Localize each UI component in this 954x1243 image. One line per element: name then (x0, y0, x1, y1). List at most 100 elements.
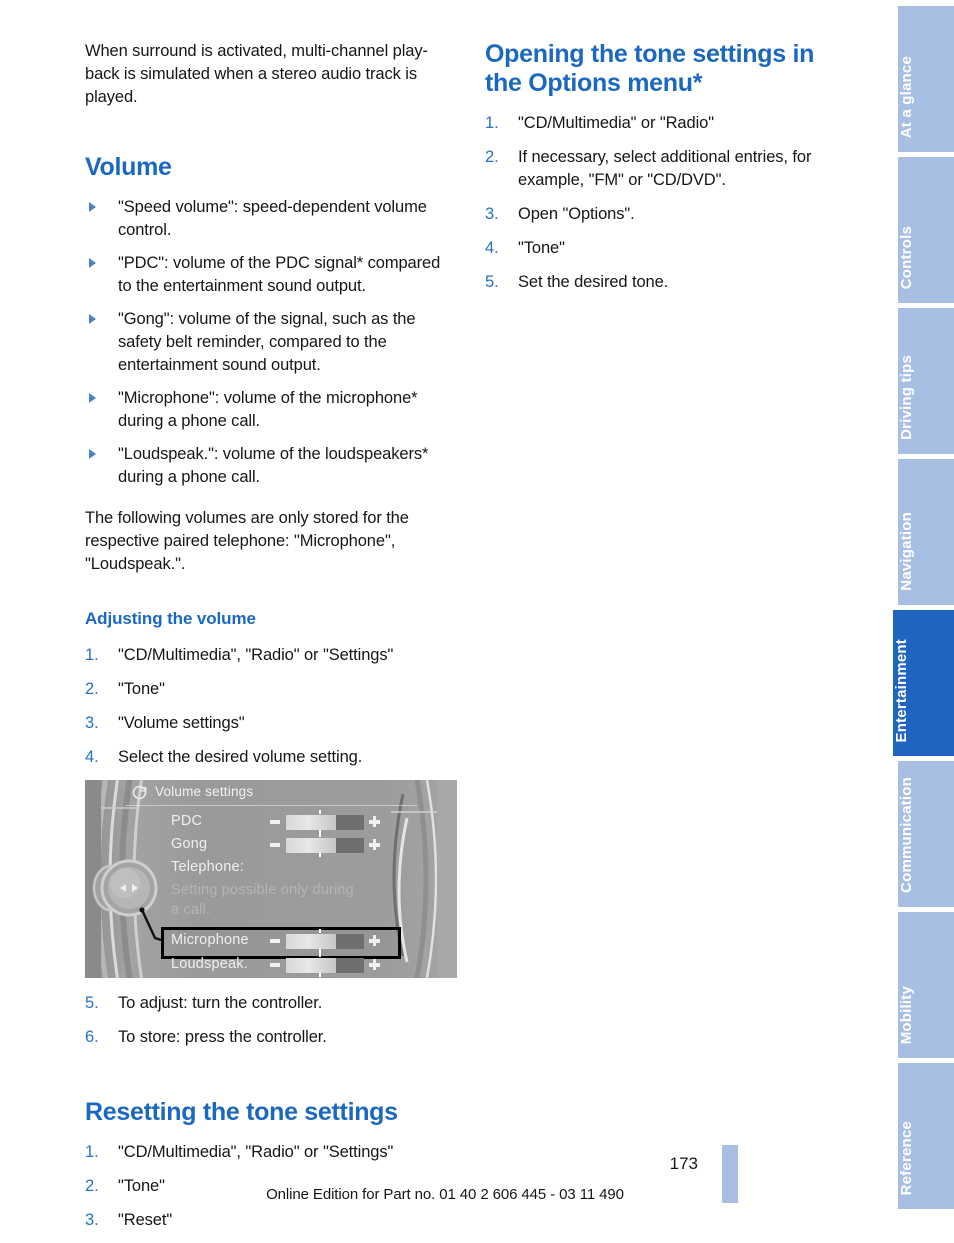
step-number: 2. (485, 148, 499, 166)
list-item: 3. "Volume settings" (85, 712, 457, 735)
plus-icon-vertical[interactable] (372, 816, 377, 827)
minus-icon[interactable] (270, 963, 280, 967)
triangle-bullet-icon (89, 258, 96, 268)
minus-icon[interactable] (270, 843, 280, 847)
slider-tick-bottom (319, 853, 321, 857)
tab-label: Controls (898, 225, 915, 289)
tab-at-a-glance[interactable]: At a glance (898, 6, 954, 152)
tab-label: Mobility (898, 985, 915, 1044)
list-item-text: "Tone" (118, 680, 165, 698)
step-number: 1. (85, 1143, 99, 1161)
list-item-text: Set the desired tone. (518, 273, 669, 291)
list-item-text: "Reset" (118, 1211, 173, 1229)
tab-label: Entertainment (893, 638, 910, 742)
step-number: 1. (485, 114, 499, 132)
volume-bullet-list: "Speed volume": speed-dependent volume c… (85, 196, 457, 489)
list-item: "Loudspeak.": volume of the loudspeakers… (85, 443, 457, 489)
list-item: "Speed volume": speed-dependent volume c… (85, 196, 457, 242)
triangle-bullet-icon (89, 314, 96, 324)
list-item-text: "CD/Multimedia", "Radio" or "Settings" (118, 646, 394, 664)
list-item: 3. "Reset" (85, 1209, 457, 1232)
figure-row-loudspeaker[interactable]: Loudspeak. (171, 953, 421, 978)
slider-track[interactable] (286, 815, 364, 830)
step-number: 3. (85, 1211, 99, 1229)
minus-icon[interactable] (270, 820, 280, 824)
tab-driving-tips[interactable]: Driving tips (898, 308, 954, 454)
figure-row-pdc[interactable]: PDC (171, 810, 421, 835)
step-number: 6. (85, 1028, 99, 1046)
tab-label: Reference (898, 1120, 915, 1195)
left-column: When surround is activated, multi-channe… (85, 40, 457, 1243)
list-item-text: "CD/Multimedia", "Radio" or "Settings" (118, 1143, 394, 1161)
figure-row-telephone: Telephone: (171, 859, 421, 881)
loudspeaker-volume-slider[interactable] (270, 953, 380, 977)
list-item-text: To adjust: turn the controller. (118, 994, 323, 1012)
row-label: Setting possible only during (171, 882, 354, 898)
list-item-text: "CD/Multimedia" or "Radio" (518, 114, 714, 132)
tab-mobility[interactable]: Mobility (898, 912, 954, 1058)
slider-fill (286, 815, 336, 830)
figure-title: Volume settings (155, 784, 254, 799)
list-item: "Gong": volume of the signal, such as th… (85, 308, 457, 377)
triangle-bullet-icon (89, 202, 96, 212)
slider-tick-top (319, 953, 321, 957)
figure-row-hint-line-1: Setting possible only during (171, 882, 431, 904)
tab-navigation[interactable]: Navigation (898, 459, 954, 605)
tab-controls[interactable]: Controls (898, 157, 954, 303)
list-item-text: Open "Options". (518, 205, 635, 223)
tab-entertainment[interactable]: Entertainment (893, 610, 954, 756)
volume-heading: Volume (85, 153, 172, 181)
speaker-note-icon (132, 785, 147, 800)
gong-volume-slider[interactable] (270, 833, 380, 857)
list-item-text: "Loudspeak.": volume of the loudspeakers… (118, 445, 429, 486)
list-item-text: To store: press the controller. (118, 1028, 327, 1046)
list-item: 5. To adjust: turn the controller. (85, 992, 457, 1015)
tab-reference[interactable]: Reference (898, 1063, 954, 1209)
slider-fill (286, 838, 336, 853)
row-label: Microphone (171, 932, 249, 948)
tab-label: Navigation (898, 512, 915, 591)
tab-label: At a glance (898, 55, 915, 138)
slider-tick-bottom (319, 973, 321, 977)
adjusting-volume-steps: 1. "CD/Multimedia", "Radio" or "Settings… (85, 644, 457, 769)
row-label: PDC (171, 813, 203, 829)
adjusting-volume-steps-continued: 5. To adjust: turn the controller. 6. To… (85, 992, 457, 1049)
slider-tick-top (319, 833, 321, 837)
slider-track[interactable] (286, 934, 364, 949)
figure-row-gong[interactable]: Gong (171, 833, 421, 858)
step-number: 1. (85, 646, 99, 664)
list-item-text: "Gong": volume of the signal, such as th… (118, 310, 416, 374)
resetting-tone-heading: Resetting the tone settings (85, 1098, 398, 1126)
pdc-volume-slider[interactable] (270, 810, 380, 834)
plus-icon-vertical[interactable] (372, 959, 377, 970)
tab-label: Communication (898, 777, 915, 893)
minus-icon[interactable] (270, 939, 280, 943)
note-paragraph: The following volumes are only stored fo… (85, 509, 409, 573)
list-item: 2. "Tone" (85, 678, 457, 701)
page-body: When surround is activated, multi-channe… (0, 0, 890, 1229)
page-number: 173 (669, 1154, 698, 1173)
step-number: 5. (485, 273, 499, 291)
list-item-text: "Volume settings" (118, 714, 245, 732)
tab-communication[interactable]: Communication (898, 761, 954, 907)
section-tab-rail: At a glance Controls Driving tips Naviga… (893, 0, 954, 1215)
step-number: 5. (85, 994, 99, 1012)
slider-fill (286, 958, 336, 973)
slider-track[interactable] (286, 958, 364, 973)
figure-row-microphone[interactable]: Microphone (171, 929, 421, 954)
slider-track[interactable] (286, 838, 364, 853)
plus-icon-vertical[interactable] (372, 935, 377, 946)
microphone-volume-slider[interactable] (270, 929, 380, 953)
list-item-text: "Tone" (518, 239, 565, 257)
plus-icon-vertical[interactable] (372, 839, 377, 850)
triangle-bullet-icon (89, 393, 96, 403)
list-item: 1. "CD/Multimedia", "Radio" or "Settings… (85, 644, 457, 667)
slider-tick-top (319, 810, 321, 814)
list-item-text: "PDC": volume of the PDC signal* compare… (118, 254, 441, 295)
